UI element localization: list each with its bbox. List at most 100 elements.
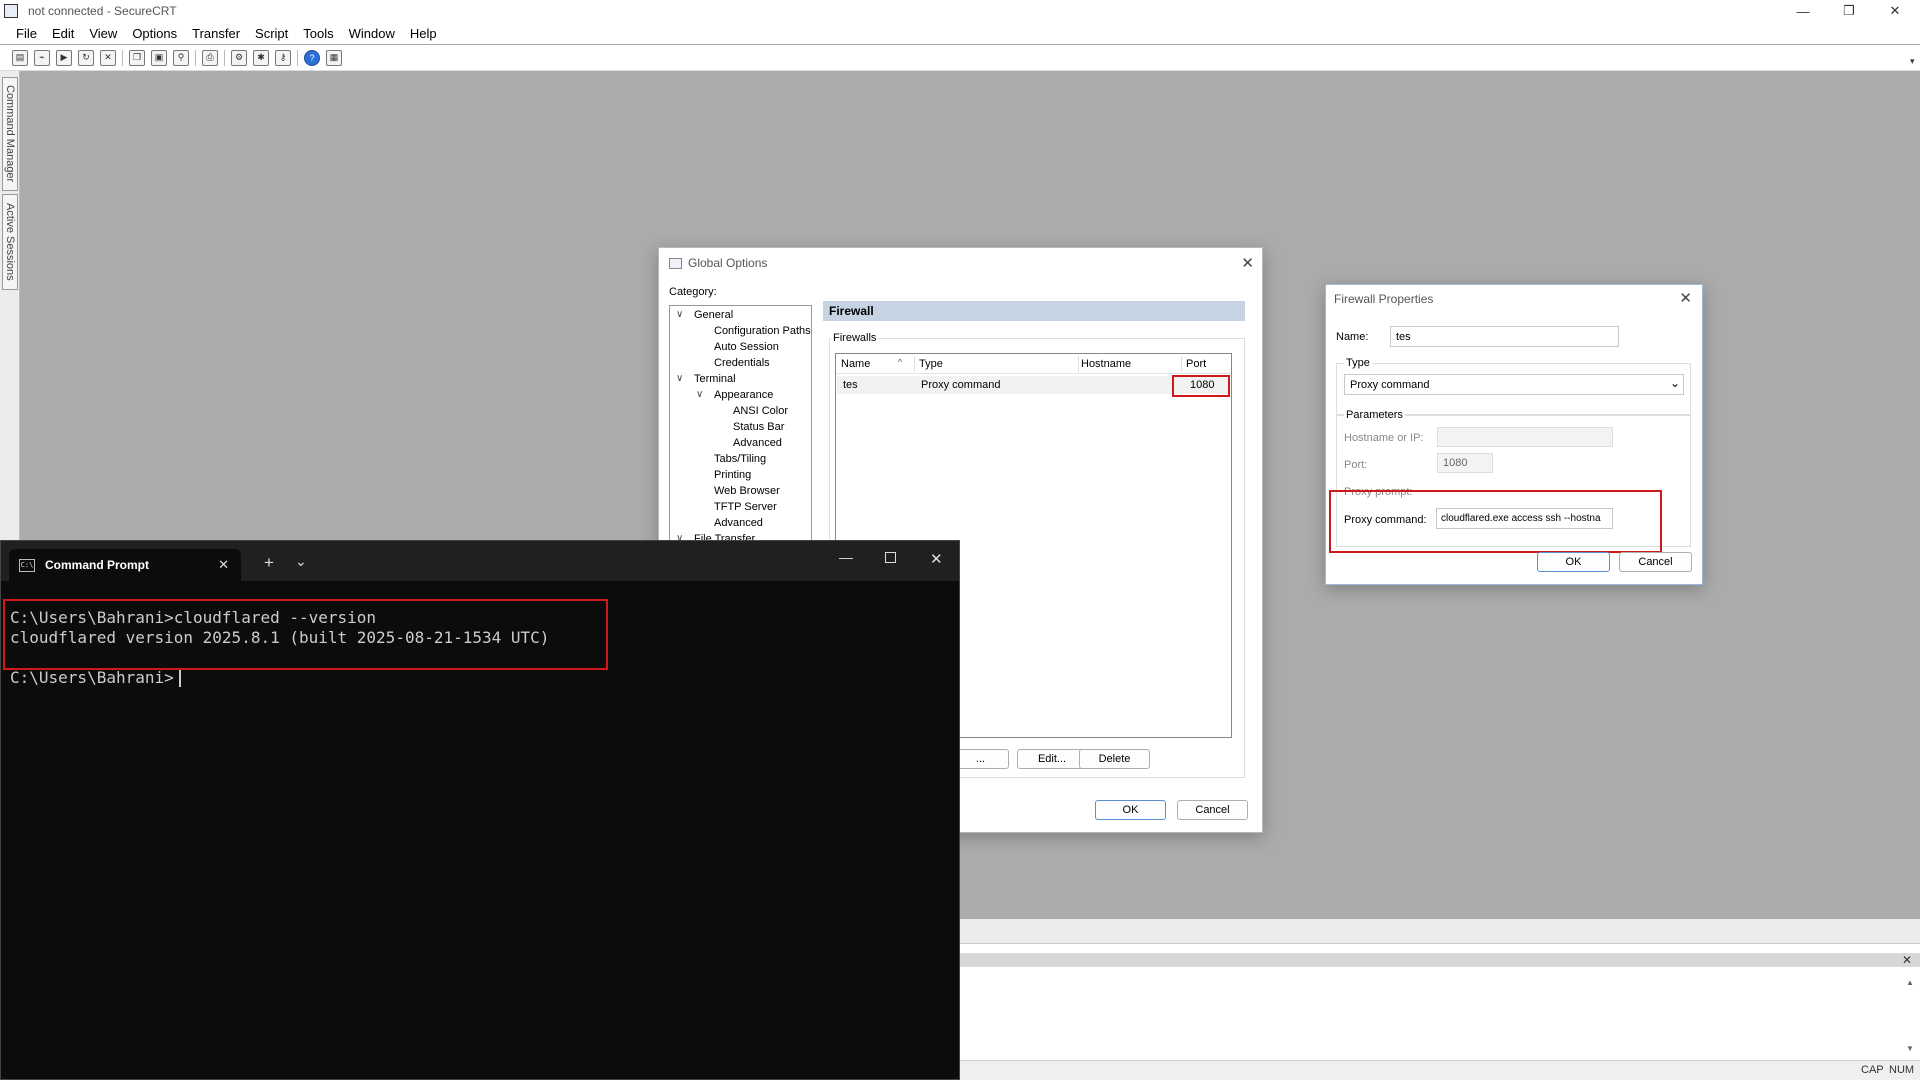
type-select[interactable]: Proxy command xyxy=(1344,374,1684,395)
proxy-command-highlight-box xyxy=(1329,490,1662,553)
help-icon[interactable]: ? xyxy=(304,49,320,66)
text-cursor xyxy=(179,669,181,687)
column-divider[interactable] xyxy=(1078,356,1079,372)
ok-button[interactable]: OK xyxy=(1095,800,1166,820)
minimize-button[interactable]: — xyxy=(1780,0,1826,22)
maximize-icon[interactable] xyxy=(885,552,896,563)
close-icon[interactable]: ✕ xyxy=(930,550,943,568)
quick-connect-icon[interactable]: ▶ xyxy=(56,49,72,66)
minimize-icon[interactable]: — xyxy=(839,549,853,565)
chevron-down-icon[interactable]: ⌄ xyxy=(295,553,307,570)
menu-view[interactable]: View xyxy=(89,26,117,41)
global-options-title-bar: Global Options xyxy=(659,248,1262,278)
column-header-type[interactable]: Type xyxy=(919,358,943,370)
firewall-cancel-button[interactable]: Cancel xyxy=(1619,552,1692,572)
dialog-icon xyxy=(669,257,682,269)
print-icon[interactable]: ⎙ xyxy=(202,49,218,66)
menu-file[interactable]: File xyxy=(16,26,37,41)
cancel-button[interactable]: Cancel xyxy=(1177,800,1248,820)
global-options-icon[interactable]: ✱ xyxy=(253,49,269,66)
copy-icon[interactable]: ❐ xyxy=(129,49,145,66)
restore-button[interactable]: ❐ xyxy=(1826,0,1872,22)
command-prompt-title-bar: C:\ Command Prompt ✕ + ⌄ — ✕ xyxy=(1,541,959,581)
menu-edit[interactable]: Edit xyxy=(52,26,74,41)
tree-item-auto-session[interactable]: Auto Session xyxy=(714,341,779,353)
close-button[interactable]: ✕ xyxy=(1872,0,1918,22)
toolbar-overflow-icon[interactable]: ▾ xyxy=(1910,56,1915,67)
toolbar-separator xyxy=(224,49,225,66)
column-header-port[interactable]: Port xyxy=(1186,358,1206,370)
command-prompt-tab-title: Command Prompt xyxy=(45,558,150,572)
tree-item-appearance-advanced[interactable]: Advanced xyxy=(733,437,782,449)
tree-item-ansi-color[interactable]: ANSI Color xyxy=(733,405,788,417)
tree-item-tftp-server[interactable]: TFTP Server xyxy=(714,501,777,513)
window-title: not connected - SecureCRT xyxy=(28,4,177,18)
name-label: Name: xyxy=(1336,331,1369,343)
port-field[interactable]: 1080 xyxy=(1437,453,1493,473)
menu-tools[interactable]: Tools xyxy=(303,26,333,41)
global-options-close-icon[interactable]: ✕ xyxy=(1241,254,1254,272)
close-tab-icon[interactable]: ✕ xyxy=(218,557,229,573)
column-divider[interactable] xyxy=(914,356,915,372)
menu-window[interactable]: Window xyxy=(349,26,395,41)
tree-item-general[interactable]: General xyxy=(694,309,733,321)
command-prompt-tab[interactable]: C:\ Command Prompt ✕ xyxy=(9,549,241,581)
category-label: Category: xyxy=(669,286,717,298)
menu-transfer[interactable]: Transfer xyxy=(192,26,240,41)
tree-item-configuration-paths[interactable]: Configuration Paths xyxy=(714,325,811,337)
column-header-hostname[interactable]: Hostname xyxy=(1081,358,1131,370)
tree-item-web-browser[interactable]: Web Browser xyxy=(714,485,780,497)
sftp-icon[interactable]: ▦ xyxy=(326,49,342,66)
add-button[interactable]: ... xyxy=(952,749,1009,769)
delete-button[interactable]: Delete xyxy=(1079,749,1150,769)
global-options-title: Global Options xyxy=(688,256,768,270)
tree-item-credentials[interactable]: Credentials xyxy=(714,357,770,369)
hostname-label: Hostname or IP: xyxy=(1344,432,1424,444)
command-manager-tab[interactable]: Command Manager xyxy=(2,77,18,191)
find-icon[interactable]: ⚲ xyxy=(173,49,189,66)
firewall-ok-button[interactable]: OK xyxy=(1537,552,1610,572)
terminal-prompt-line: C:\Users\Bahrani> xyxy=(10,668,174,687)
column-divider[interactable] xyxy=(1181,356,1182,372)
tree-item-status-bar[interactable]: Status Bar xyxy=(733,421,784,433)
hostname-field[interactable] xyxy=(1437,427,1613,447)
command-window-close-icon[interactable]: ✕ xyxy=(1900,953,1914,967)
tree-item-tabs-tiling[interactable]: Tabs/Tiling xyxy=(714,453,766,465)
scroll-down-icon[interactable]: ▼ xyxy=(1906,1044,1914,1053)
keymap-icon[interactable]: ⚷ xyxy=(275,49,291,66)
scroll-up-icon[interactable]: ▲ xyxy=(1906,978,1914,987)
tree-item-printing[interactable]: Printing xyxy=(714,469,751,481)
disconnect-icon[interactable]: ✕ xyxy=(100,49,116,66)
chevron-down-icon[interactable]: ∨ xyxy=(696,389,703,400)
chevron-down-icon[interactable]: ∨ xyxy=(676,309,683,320)
app-title-bar: not connected - SecureCRT xyxy=(0,0,1920,22)
category-tree: ∨ General Configuration Paths Auto Sessi… xyxy=(669,305,812,549)
tree-item-appearance[interactable]: Appearance xyxy=(714,389,773,401)
command-window-header xyxy=(960,953,1920,967)
chevron-down-icon[interactable]: ∨ xyxy=(676,373,683,384)
paste-icon[interactable]: ▣ xyxy=(151,49,167,66)
connect-bar-icon[interactable]: ▤ xyxy=(12,49,28,66)
toolbar: ▤ ⌁ ▶ ↻ ✕ ❐ ▣ ⚲ ⎙ ⚙ ✱ ⚷ ? ▦ xyxy=(0,45,1920,71)
edit-button[interactable]: Edit... xyxy=(1017,749,1087,769)
name-field[interactable]: tes xyxy=(1390,326,1619,347)
status-bar xyxy=(960,1060,1920,1080)
menu-help[interactable]: Help xyxy=(410,26,437,41)
menu-options[interactable]: Options xyxy=(132,26,177,41)
connect-icon[interactable]: ⌁ xyxy=(34,49,50,66)
menu-bar: File Edit View Options Transfer Script T… xyxy=(0,22,1920,44)
toolbar-separator xyxy=(195,49,196,66)
column-header-name[interactable]: Name xyxy=(841,358,870,370)
session-options-icon[interactable]: ⚙ xyxy=(231,49,247,66)
firewall-properties-close-icon[interactable]: ✕ xyxy=(1679,289,1692,307)
chevron-down-icon[interactable]: ⌄ xyxy=(1670,376,1680,390)
active-sessions-tab[interactable]: Active Sessions xyxy=(2,194,18,290)
tree-item-terminal[interactable]: Terminal xyxy=(694,373,736,385)
port-highlight-box xyxy=(1172,375,1230,397)
command-prompt-window[interactable]: C:\ Command Prompt ✕ + ⌄ — ✕ C:\Users\Ba… xyxy=(0,540,960,1080)
new-tab-icon[interactable]: + xyxy=(264,553,274,573)
securecrt-app-icon xyxy=(4,4,18,18)
tree-item-terminal-advanced[interactable]: Advanced xyxy=(714,517,763,529)
reconnect-icon[interactable]: ↻ xyxy=(78,49,94,66)
menu-script[interactable]: Script xyxy=(255,26,288,41)
